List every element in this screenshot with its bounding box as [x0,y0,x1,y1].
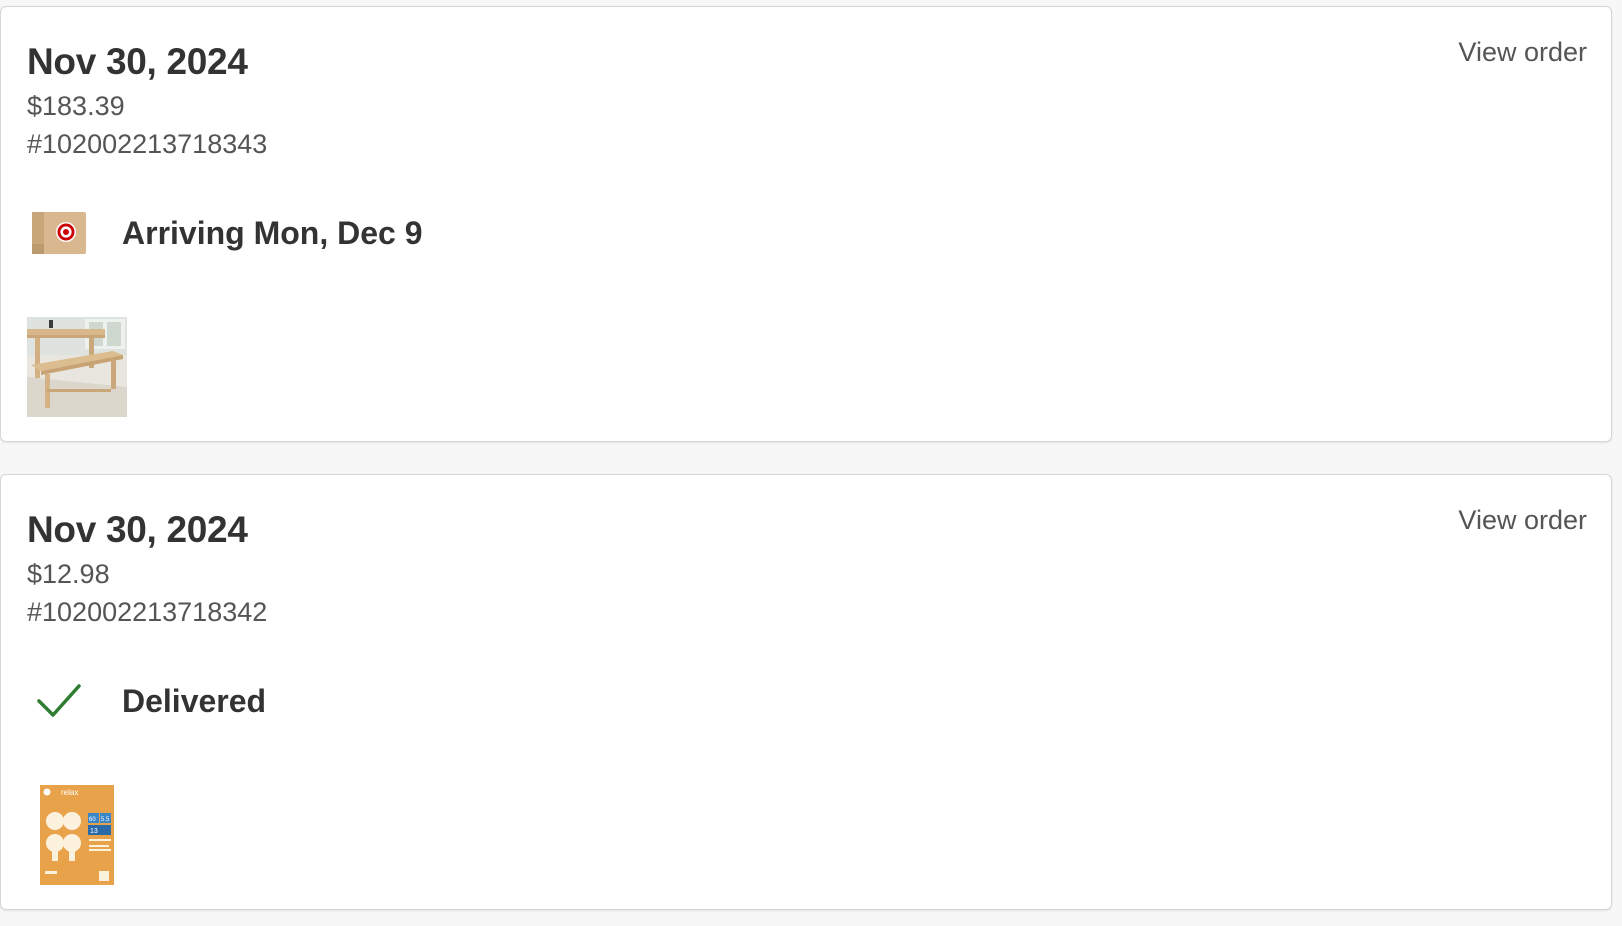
order-total: $12.98 [27,559,110,589]
order-status: Arriving Mon, Dec 9 [27,203,423,263]
product-box-brand: relax [61,788,78,797]
light-bulb-pack-image[interactable]: relax 60 5.5 13 [27,785,127,885]
status-label: Arriving Mon, Dec 9 [122,214,423,251]
order-number: #102002213718343 [27,129,268,159]
view-order-link[interactable]: View order [1458,37,1587,68]
view-order-link[interactable]: View order [1458,505,1587,536]
order-date: Nov 30, 2024 [27,509,248,550]
shipping-box-icon [27,205,91,261]
order-status: Delivered [27,671,266,731]
order-number: #102002213718342 [27,597,268,627]
checkmark-icon [27,673,91,729]
order-date: Nov 30, 2024 [27,41,248,82]
product-box-number: 5.5 [101,817,110,823]
order-total: $183.39 [27,91,125,121]
product-box-number: 60 [89,817,96,823]
order-card: Nov 30, 2024 $12.98 #102002213718342 Vie… [0,474,1612,910]
product-box-number: 13 [90,828,98,835]
order-card: Nov 30, 2024 $183.39 #102002213718343 Vi… [0,6,1612,442]
status-label: Delivered [122,682,267,719]
wooden-dining-bench-image[interactable] [27,317,127,417]
